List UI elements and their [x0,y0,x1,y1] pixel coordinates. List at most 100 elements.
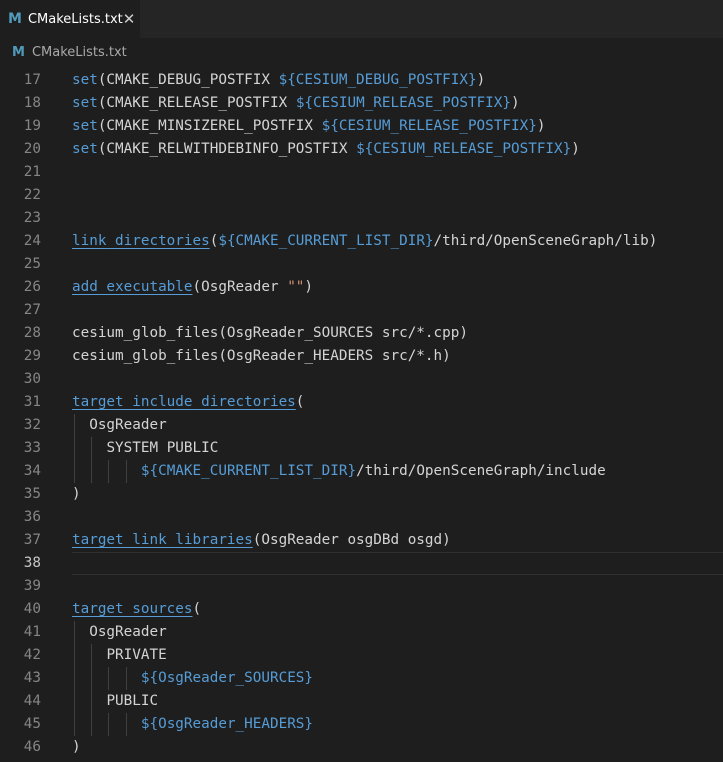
text-token: ) [536,118,546,134]
code-line[interactable]: 41 OsgReader [0,621,723,644]
line-number: 28 [23,325,41,341]
code-text: set(CMAKE_DEBUG_POSTFIX ${CESIUM_DEBUG_P… [72,69,723,92]
text-token: ) [571,141,580,157]
code-line[interactable]: 38 [0,552,723,575]
code-text: set(CMAKE_MINSIZEREL_POSTFIX ${CESIUM_RE… [72,115,723,138]
code-line[interactable]: 37 target_link_libraries(OsgReader osgDBd… [0,529,723,552]
code-line[interactable]: 18 set(CMAKE_RELEASE_POSTFIX ${CESIUM_REL… [0,92,723,115]
indent-guide [91,667,93,690]
text-token: PRIVATE [106,647,167,663]
cmake-file-icon: M [8,11,22,27]
variable-token: ${OsgReader_SOURCES} [140,670,314,686]
code-text: add_executable(OsgReader "") [72,276,723,299]
line-number: 43 [23,670,41,686]
indent-guide [91,690,93,713]
code-line[interactable]: 17 set(CMAKE_DEBUG_POSTFIX ${CESIUM_DEBUG… [0,69,723,92]
code-line[interactable]: 31 target_include_directories( [0,391,723,414]
close-icon[interactable]: ✕ [123,11,136,27]
text-token: (CMAKE_MINSIZEREL_POSTFIX [97,118,322,134]
code-text: OsgReader [72,621,723,644]
indent-guide [74,713,75,736]
code-line[interactable]: 30 [0,368,723,391]
tab-bar: M CMakeLists.txt ✕ [0,0,723,38]
line-number: 21 [23,164,41,180]
breadcrumb: M CMakeLists.txt [0,38,723,66]
line-number: 35 [23,486,41,502]
code-line[interactable]: 32 OsgReader [0,414,723,437]
text-token: SYSTEM PUBLIC [106,440,219,456]
text-token: ) [511,95,520,111]
code-line[interactable]: 39 [0,575,723,598]
code-line[interactable]: 40 target_sources( [0,598,723,621]
code-line[interactable]: 19 set(CMAKE_MINSIZEREL_POSTFIX ${CESIUM_… [0,115,723,138]
code-editor[interactable]: 17 set(CMAKE_DEBUG_POSTFIX ${CESIUM_DEBUG… [0,69,723,762]
indent-guide [74,460,75,483]
text-token: (CMAKE_DEBUG_POSTFIX [97,72,279,88]
command-token: set [72,118,98,134]
indent-guide [74,621,75,644]
text-token: ) [304,279,314,295]
code-line[interactable]: 22 [0,184,723,207]
code-text: target_sources( [72,598,723,621]
code-line[interactable]: 26 add_executable(OsgReader "") [0,276,723,299]
code-line[interactable]: 34 ${CMAKE_CURRENT_LIST_DIR}/third/OpenS… [0,460,723,483]
indent-guide [74,437,75,460]
line-number: 38 [23,555,41,571]
text-token: cesium_glob_files(OsgReader_SOURCES src/… [72,325,468,341]
code-line[interactable]: 25 [0,253,723,276]
code-text: ${CMAKE_CURRENT_LIST_DIR}/third/OpenScen… [72,460,723,483]
line-number: 31 [23,394,41,410]
string-token: "" [287,279,305,295]
code-text: target_link_libraries(OsgReader osgDBd o… [72,529,723,552]
indent-guide [74,414,75,437]
variable-token: ${CESIUM_RELEASE_POSTFIX} [321,118,537,134]
editor-window: M CMakeLists.txt ✕ M CMakeLists.txt 17 se… [0,0,723,762]
indent-guide [91,460,93,483]
text-token: OsgReader [89,417,167,433]
line-number: 46 [23,739,41,755]
code-line[interactable]: 36 [0,506,723,529]
command-token: add_executable [72,279,193,295]
tab-cmakelists[interactable]: M CMakeLists.txt ✕ [0,0,140,38]
variable-token: ${CESIUM_DEBUG_POSTFIX} [278,72,477,88]
line-number: 22 [23,187,41,203]
code-line[interactable]: 23 [0,207,723,230]
indent-guide [108,460,110,483]
command-token: link_directories [72,233,210,249]
code-line[interactable]: 24 link_directories(${CMAKE_CURRENT_LIST_… [0,230,723,253]
code-line[interactable]: 21 [0,161,723,184]
code-text: cesium_glob_files(OsgReader_SOURCES src/… [72,322,723,345]
breadcrumb-file[interactable]: CMakeLists.txt [32,45,127,60]
variable-token: ${CMAKE_CURRENT_LIST_DIR} [140,463,357,479]
indent-guide [74,644,75,667]
code-text [72,552,723,575]
code-line[interactable]: 43 ${OsgReader_SOURCES} [0,667,723,690]
code-line[interactable]: 28 cesium_glob_files(OsgReader_SOURCES sr… [0,322,723,345]
code-text: PUBLIC [72,690,723,713]
command-token: set [72,95,98,111]
command-token: target_include_directories [72,394,296,410]
text-token: (CMAKE_RELWITHDEBINFO_POSTFIX [97,141,357,157]
code-line[interactable]: 27 [0,299,723,322]
code-line[interactable]: 35) [0,483,723,506]
code-line[interactable]: 45 ${OsgReader_HEADERS} [0,713,723,736]
code-text: ${OsgReader_HEADERS} [72,713,723,736]
code-line[interactable]: 44 PUBLIC [0,690,723,713]
line-number: 26 [23,279,41,295]
text-token: (CMAKE_RELEASE_POSTFIX [97,95,296,111]
line-number: 40 [23,601,41,617]
variable-token: ${CESIUM_RELEASE_POSTFIX} [356,141,572,157]
code-line[interactable]: 42 PRIVATE [0,644,723,667]
code-line[interactable]: 46) [0,736,723,759]
line-number: 30 [23,371,41,387]
code-line[interactable]: 20 set(CMAKE_RELWITHDEBINFO_POSTFIX ${CES… [0,138,723,161]
code-line[interactable]: 29 cesium_glob_files(OsgReader_HEADERS sr… [0,345,723,368]
line-number: 32 [23,417,41,433]
code-line[interactable]: 33 SYSTEM PUBLIC [0,437,723,460]
line-number: 20 [23,141,41,157]
line-number: 27 [23,302,41,318]
